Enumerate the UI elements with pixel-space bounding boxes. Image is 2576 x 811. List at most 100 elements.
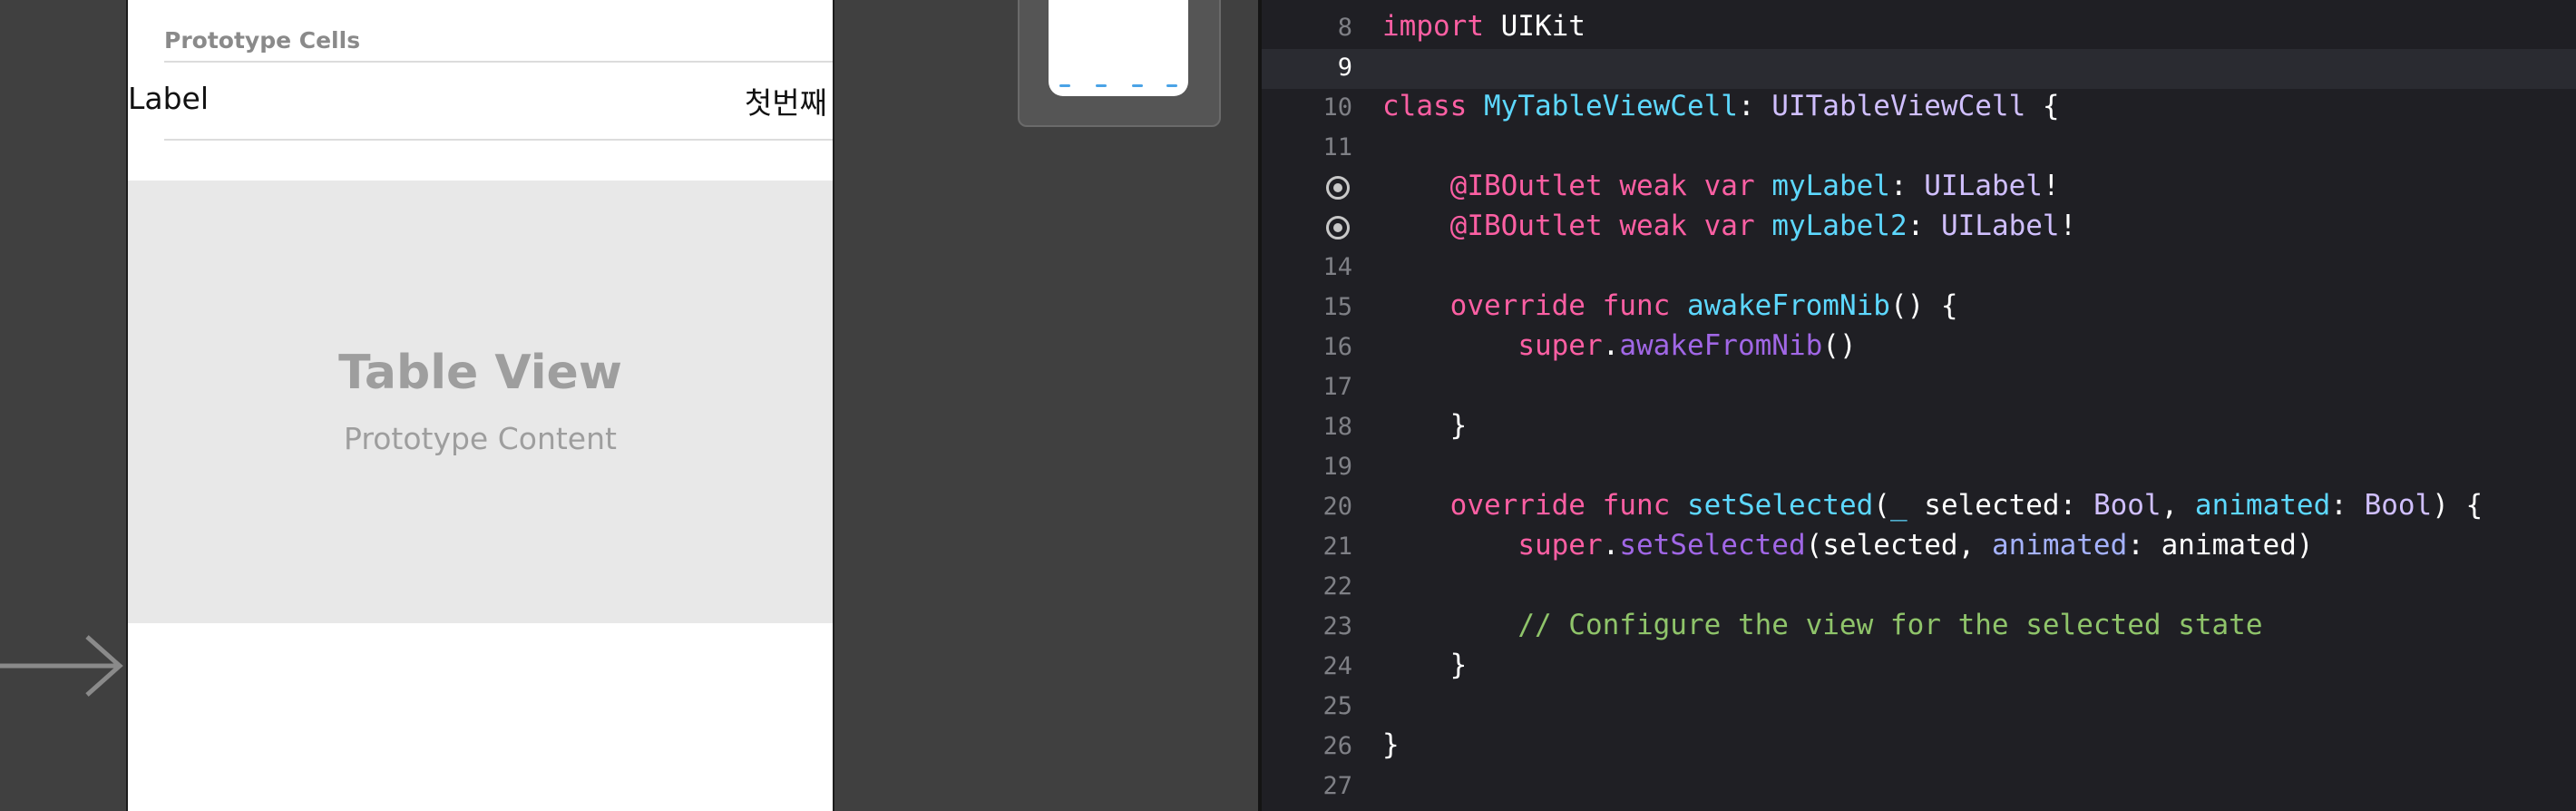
divider (164, 139, 833, 141)
code-line[interactable]: 14 (1262, 249, 2576, 288)
code-token: override (1449, 289, 1586, 322)
section-header: Prototype Cells (164, 27, 361, 54)
code-token: awakeFromNib (1619, 329, 1823, 362)
code-token: MyTableViewCell (1484, 90, 1738, 122)
placeholder-title: Table View (338, 346, 622, 400)
code-text[interactable]: super.setSelected(selected, animated: an… (1382, 529, 2314, 562)
line-number: 22 (1322, 572, 1352, 601)
code-line[interactable]: 18 } (1262, 408, 2576, 448)
code-token: setSelected (1619, 529, 1806, 562)
code-token: animated (2194, 489, 2331, 522)
code-token: // Configure the view for the selected s… (1517, 609, 2263, 641)
line-number: 10 (1322, 93, 1352, 122)
line-number: 9 (1337, 54, 1352, 82)
table-view-controller-scene[interactable]: Prototype Cells Label 첫번째 Table View Pro… (126, 0, 834, 811)
code-token: ! (2042, 170, 2060, 202)
outlet-connection-icon[interactable] (1326, 216, 1350, 239)
code-text[interactable]: import UIKit (1382, 10, 1586, 43)
cell-detail-label[interactable]: 첫번째 (745, 79, 827, 122)
code-text[interactable]: } (1382, 409, 1468, 442)
code-line[interactable]: 9 (1262, 49, 2576, 89)
xcode-window: Prototype Cells Label 첫번째 Table View Pro… (0, 0, 2576, 811)
code-text[interactable]: // Configure the view for the selected s… (1382, 609, 2263, 641)
prototype-cell[interactable]: Label 첫번째 (128, 63, 833, 139)
code-text[interactable]: class MyTableViewCell: UITableViewCell { (1382, 90, 2060, 122)
code-line[interactable]: 19 (1262, 448, 2576, 488)
code-text[interactable]: @IBOutlet weak var myLabel2: UILabel! (1382, 210, 2077, 242)
placeholder-subtitle: Prototype Content (344, 421, 617, 456)
code-token: import (1382, 10, 1484, 43)
code-line[interactable]: 27 (1262, 767, 2576, 807)
line-number: 11 (1322, 133, 1352, 161)
code-line[interactable]: 24 } (1262, 648, 2576, 688)
cell-label[interactable]: Label (128, 81, 209, 116)
code-line[interactable]: 22 (1262, 568, 2576, 608)
code-editor[interactable]: 8 import UIKit 9 10 class MyTableViewCell: U… (1262, 0, 2576, 811)
arrow-right-icon[interactable] (0, 633, 127, 699)
code-line[interactable]: 17 (1262, 368, 2576, 408)
code-line[interactable]: 26} (1262, 728, 2576, 767)
line-number: 16 (1322, 333, 1352, 361)
code-token: UILabel (1924, 170, 2043, 202)
code-token: Bool (2364, 489, 2433, 522)
code-token: func (1602, 289, 1671, 322)
code-line[interactable]: @IBOutlet weak var myLabel2: UILabel! (1262, 209, 2576, 249)
code-line[interactable]: @IBOutlet weak var myLabel: UILabel! (1262, 169, 2576, 209)
code-token: . (1602, 329, 1620, 362)
storyboard-canvas[interactable]: Prototype Cells Label 첫번째 Table View Pro… (0, 0, 1258, 811)
code-text[interactable]: override func setSelected(_ selected: Bo… (1382, 489, 2483, 522)
device-preview[interactable] (1018, 0, 1221, 127)
code-token: func (1602, 489, 1671, 522)
code-line[interactable]: 11 (1262, 129, 2576, 169)
code-line[interactable]: 25 (1262, 688, 2576, 728)
code-token: (selected, (1805, 529, 1992, 562)
code-line[interactable]: 21 super.setSelected(selected, animated:… (1262, 528, 2576, 568)
code-token: : animated) (2127, 529, 2314, 562)
code-token: () { (1889, 289, 1958, 322)
code-line[interactable]: 20 override func setSelected(_ selected:… (1262, 488, 2576, 528)
outlet-connection-icon[interactable] (1326, 176, 1350, 200)
code-line[interactable]: 15 override func awakeFromNib() { (1262, 288, 2576, 328)
code-token: ) { (2432, 489, 2483, 522)
line-number: 19 (1322, 453, 1352, 481)
line-number: 27 (1322, 772, 1352, 800)
code-token: () (1822, 329, 1857, 362)
code-token: } (1382, 649, 1468, 681)
code-token: : (1737, 90, 1772, 122)
code-token: class (1382, 90, 1468, 122)
code-line[interactable]: 8 import UIKit (1262, 9, 2576, 49)
code-text[interactable]: super.awakeFromNib() (1382, 329, 1857, 362)
code-token: } (1382, 728, 1400, 761)
code-text[interactable]: override func awakeFromNib() { (1382, 289, 1958, 322)
table-view-placeholder[interactable]: Table View Prototype Content (128, 181, 833, 623)
code-token: _ (1889, 489, 1908, 522)
code-line[interactable]: 16 super.awakeFromNib() (1262, 328, 2576, 368)
code-token: Bool (2093, 489, 2161, 522)
code-text[interactable]: } (1382, 728, 1400, 761)
code-token: UIKit (1483, 10, 1586, 43)
code-line[interactable]: 23 // Configure the view for the selecte… (1262, 608, 2576, 648)
tab-indicator (1059, 84, 1070, 87)
code-token: super (1517, 329, 1603, 362)
code-text[interactable]: } (1382, 649, 1468, 681)
code-text[interactable]: @IBOutlet weak var myLabel: UILabel! (1382, 170, 2060, 202)
line-number: 18 (1322, 413, 1352, 441)
code-token: myLabel (1771, 170, 1890, 202)
code-token: animated (1991, 529, 2128, 562)
code-line[interactable]: 10 class MyTableViewCell: UITableViewCell… (1262, 89, 2576, 129)
